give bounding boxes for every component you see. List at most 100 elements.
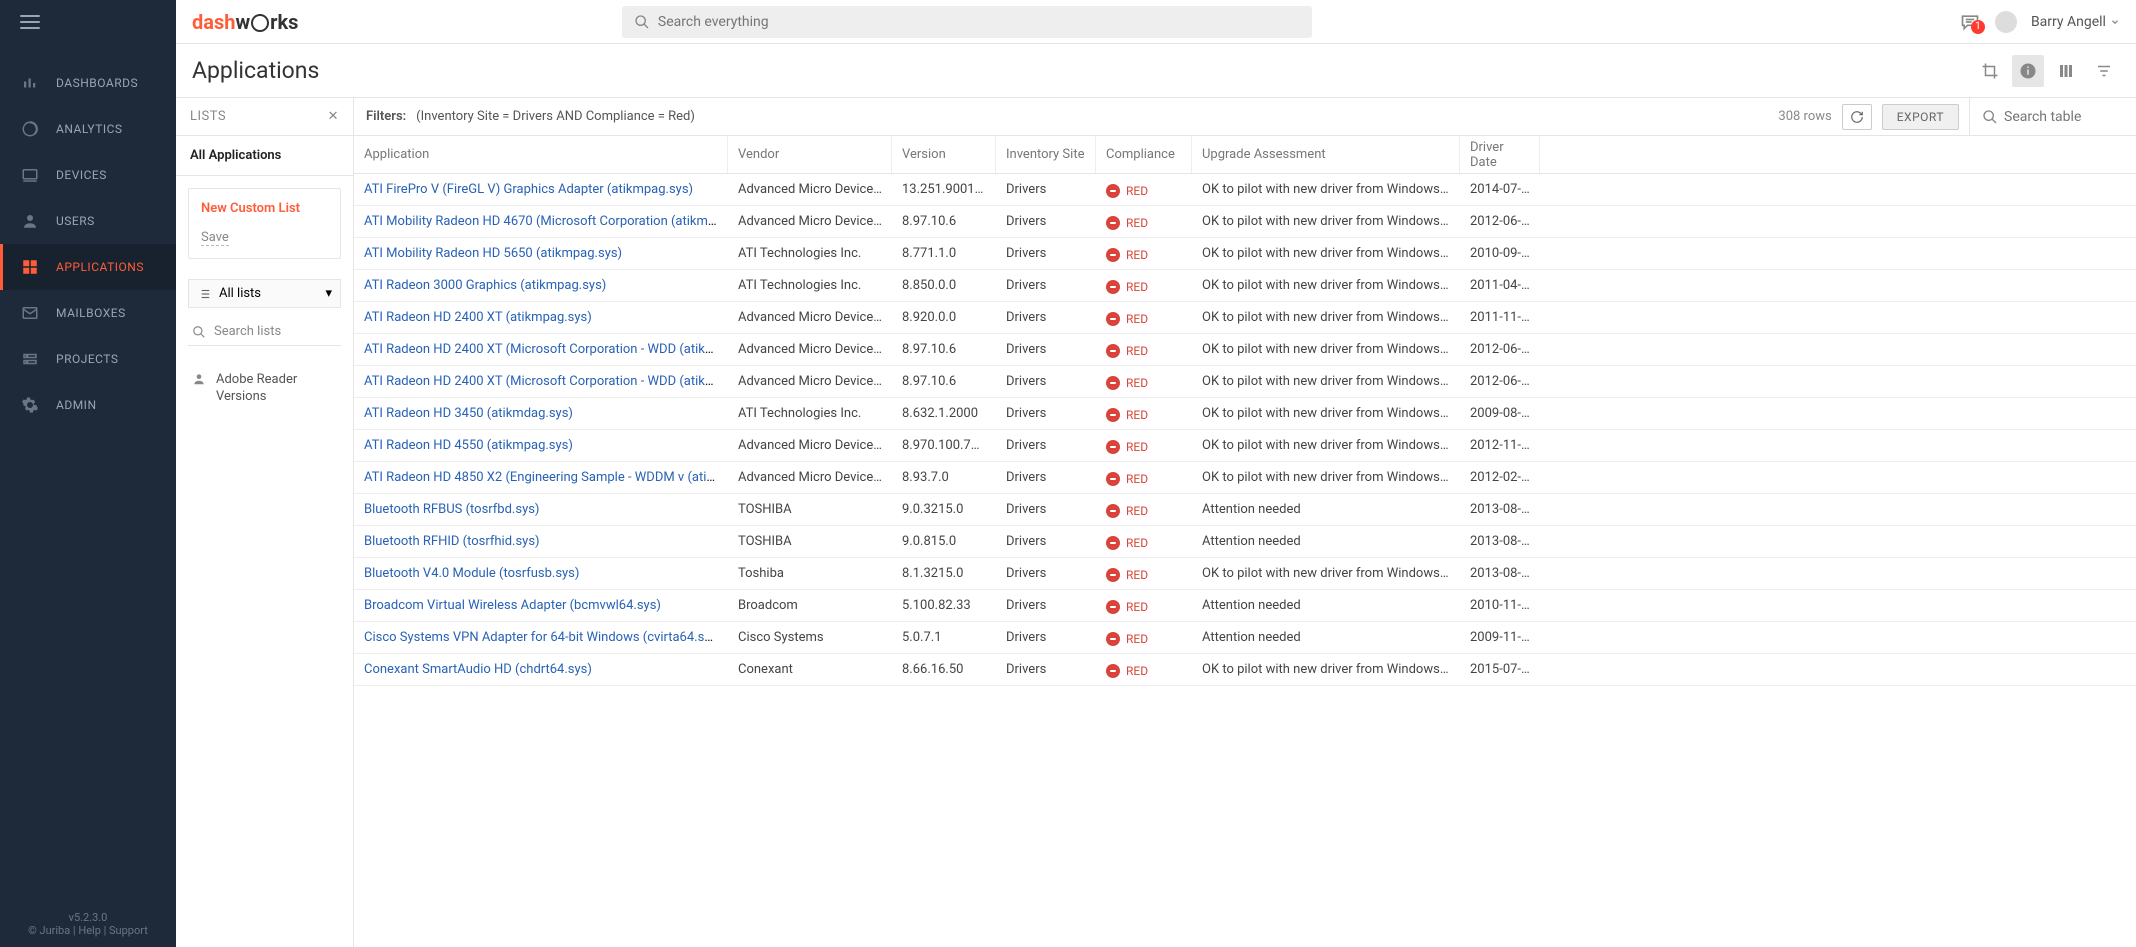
cell-upgrade-assessment: Attention needed xyxy=(1192,534,1460,549)
cell-version: 8.632.1.2000 xyxy=(892,406,996,421)
cell-application: ATI Radeon HD 2400 XT (atikmpag.sys) xyxy=(354,310,728,325)
nav-icon xyxy=(20,303,40,323)
cell-inventory-site: Drivers xyxy=(996,534,1096,549)
nav-item-devices[interactable]: DEVICES xyxy=(0,152,176,198)
cell-compliance: RED xyxy=(1096,565,1192,582)
application-link[interactable]: ATI Radeon 3000 Graphics (atikmpag.sys) xyxy=(364,278,606,293)
cell-vendor: TOSHIBA xyxy=(728,534,892,549)
application-link[interactable]: ATI FirePro V (FireGL V) Graphics Adapte… xyxy=(364,182,693,197)
info-icon[interactable] xyxy=(2012,55,2044,87)
cell-driver-date: 2013-08-15 xyxy=(1460,502,1540,517)
table-row: ATI Mobility Radeon HD 4670 (Microsoft C… xyxy=(354,206,2136,238)
cell-application: ATI Radeon 3000 Graphics (atikmpag.sys) xyxy=(354,278,728,293)
nav-item-users[interactable]: USERS xyxy=(0,198,176,244)
nav-icon xyxy=(20,119,40,139)
nav-item-analytics[interactable]: ANALYTICS xyxy=(0,106,176,152)
col-compliance[interactable]: Compliance xyxy=(1096,136,1192,173)
cell-upgrade-assessment: OK to pilot with new driver from Windows… xyxy=(1192,438,1460,453)
col-inventory-site[interactable]: Inventory Site xyxy=(996,136,1096,173)
red-dot-icon xyxy=(1106,632,1120,646)
application-link[interactable]: ATI Radeon HD 2400 XT (atikmpag.sys) xyxy=(364,310,592,325)
nav-item-admin[interactable]: ADMIN xyxy=(0,382,176,428)
cell-driver-date: 2012-06-20 xyxy=(1460,374,1540,389)
application-link[interactable]: Bluetooth RFHID (tosrfhid.sys) xyxy=(364,534,540,549)
table-row: ATI Mobility Radeon HD 5650 (atikmpag.sy… xyxy=(354,238,2136,270)
table-row: Cisco Systems VPN Adapter for 64-bit Win… xyxy=(354,622,2136,654)
refresh-button[interactable] xyxy=(1842,104,1872,130)
col-upgrade-assessment[interactable]: Upgrade Assessment xyxy=(1192,136,1460,173)
lists-panel: LISTS ✕ All Applications New Custom List… xyxy=(176,98,354,947)
table-row: ATI Radeon HD 3450 (atikmdag.sys)ATI Tec… xyxy=(354,398,2136,430)
nav-item-applications[interactable]: APPLICATIONS xyxy=(0,244,176,290)
col-driver-date[interactable]: Driver Date xyxy=(1460,136,1540,173)
rows-count: 308 rows xyxy=(1778,109,1831,124)
saved-list-item[interactable]: Adobe Reader Versions xyxy=(188,364,341,414)
cell-inventory-site: Drivers xyxy=(996,502,1096,517)
application-link[interactable]: Bluetooth RFBUS (tosrfbd.sys) xyxy=(364,502,539,517)
cell-inventory-site: Drivers xyxy=(996,310,1096,325)
notifications-button[interactable]: 1 xyxy=(1959,12,1981,32)
footer-links[interactable]: © Juriba | Help | Support xyxy=(0,924,176,937)
application-link[interactable]: Bluetooth V4.0 Module (tosrfusb.sys) xyxy=(364,566,579,581)
save-list-button[interactable]: Save xyxy=(201,230,229,246)
person-icon xyxy=(192,372,206,406)
filter-row: Filters: (Inventory Site = Drivers AND C… xyxy=(354,98,2136,136)
cell-application: Bluetooth V4.0 Module (tosrfusb.sys) xyxy=(354,566,728,581)
application-link[interactable]: ATI Radeon HD 3450 (atikmdag.sys) xyxy=(364,406,573,421)
chevron-down-icon xyxy=(2110,17,2120,27)
cell-application: ATI Radeon HD 4550 (atikmpag.sys) xyxy=(354,438,728,453)
new-custom-list-button[interactable]: New Custom List xyxy=(201,201,328,216)
application-link[interactable]: ATI Radeon HD 2400 XT (Microsoft Corpora… xyxy=(364,342,728,357)
custom-list-box: New Custom List Save xyxy=(188,188,341,259)
application-link[interactable]: Conexant SmartAudio HD (chdrt64.sys) xyxy=(364,662,592,677)
cell-version: 8.970.100.7000 xyxy=(892,438,996,453)
application-link[interactable]: ATI Radeon HD 4550 (atikmpag.sys) xyxy=(364,438,573,453)
table-search-input[interactable] xyxy=(2004,109,2124,125)
table-search[interactable] xyxy=(1969,98,2124,135)
col-version[interactable]: Version xyxy=(892,136,996,173)
cell-upgrade-assessment: OK to pilot with new driver from Windows… xyxy=(1192,182,1460,197)
crop-icon[interactable] xyxy=(1974,55,2006,87)
menu-toggle-icon[interactable] xyxy=(20,15,40,29)
cell-vendor: ATI Technologies Inc. xyxy=(728,246,892,261)
cell-upgrade-assessment: Attention needed xyxy=(1192,630,1460,645)
nav-item-projects[interactable]: PROJECTS xyxy=(0,336,176,382)
nav-item-mailboxes[interactable]: MAILBOXES xyxy=(0,290,176,336)
cell-application: Bluetooth RFHID (tosrfhid.sys) xyxy=(354,534,728,549)
cell-driver-date: 2010-09-09 xyxy=(1460,246,1540,261)
application-link[interactable]: ATI Mobility Radeon HD 4670 (Microsoft C… xyxy=(364,214,728,229)
user-menu[interactable]: Barry Angell xyxy=(2031,14,2120,30)
cell-inventory-site: Drivers xyxy=(996,374,1096,389)
application-link[interactable]: Broadcom Virtual Wireless Adapter (bcmvw… xyxy=(364,598,661,613)
cell-version: 8.93.7.0 xyxy=(892,470,996,485)
cell-upgrade-assessment: OK to pilot with new driver from Windows… xyxy=(1192,246,1460,261)
application-link[interactable]: ATI Mobility Radeon HD 5650 (atikmpag.sy… xyxy=(364,246,622,261)
table-row: ATI Radeon HD 4550 (atikmpag.sys)Advance… xyxy=(354,430,2136,462)
cell-inventory-site: Drivers xyxy=(996,438,1096,453)
cell-inventory-site: Drivers xyxy=(996,662,1096,677)
nav-item-dashboards[interactable]: DASHBOARDS xyxy=(0,60,176,106)
application-link[interactable]: ATI Radeon HD 4850 X2 (Engineering Sampl… xyxy=(364,470,728,485)
avatar[interactable] xyxy=(1995,11,2017,33)
cell-version: 8.850.0.0 xyxy=(892,278,996,293)
cell-version: 8.97.10.6 xyxy=(892,374,996,389)
col-application[interactable]: Application xyxy=(354,136,728,173)
export-button[interactable]: EXPORT xyxy=(1882,104,1959,130)
cell-vendor: Advanced Micro Devices, Inc. xyxy=(728,214,892,229)
nav-icon xyxy=(20,211,40,231)
application-link[interactable]: Cisco Systems VPN Adapter for 64-bit Win… xyxy=(364,630,722,645)
cell-driver-date: 2013-08-15 xyxy=(1460,566,1540,581)
application-link[interactable]: ATI Radeon HD 2400 XT (Microsoft Corpora… xyxy=(364,374,728,389)
global-search[interactable] xyxy=(622,6,1312,38)
cell-compliance: RED xyxy=(1096,341,1192,358)
all-applications-link[interactable]: All Applications xyxy=(176,136,353,176)
global-search-input[interactable] xyxy=(658,14,1300,30)
close-icon[interactable]: ✕ xyxy=(328,109,339,124)
all-lists-dropdown[interactable]: All lists ▾ xyxy=(188,279,341,308)
logo[interactable]: dashwrks xyxy=(192,10,298,34)
col-vendor[interactable]: Vendor xyxy=(728,136,892,173)
cell-compliance: RED xyxy=(1096,597,1192,614)
columns-icon[interactable] xyxy=(2050,55,2082,87)
search-lists[interactable]: Search lists xyxy=(188,318,341,346)
filter-icon[interactable] xyxy=(2088,55,2120,87)
